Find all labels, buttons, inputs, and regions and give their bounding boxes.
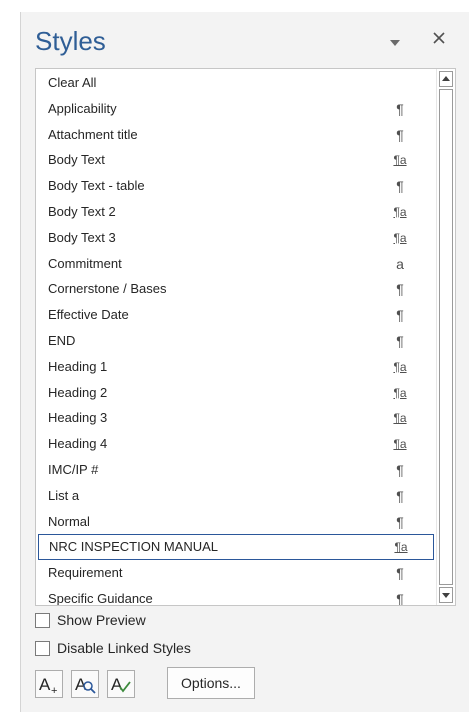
style-name: Requirement [48,565,123,581]
style-item[interactable]: Cornerstone / Bases ¶ [36,276,434,302]
paragraph-style-icon: ¶ [396,126,404,143]
scroll-thumb[interactable] [439,89,453,585]
linked-style-icon: ¶a [393,205,407,219]
style-inspector-icon: A [75,675,96,694]
linked-style-icon: ¶a [393,153,407,168]
style-item[interactable]: Heading 2 ¶a [36,380,434,406]
paragraph-style-icon: ¶ [396,307,404,324]
paragraph-style-icon: ¶ [396,591,404,606]
options-button[interactable]: Options... [167,667,255,699]
style-name: END [48,333,76,348]
style-name: Heading 2 [48,384,108,400]
character-style-icon: a [396,255,404,272]
manage-styles-button[interactable]: A [107,670,135,698]
style-item[interactable]: Body Text 2 ¶a [36,199,434,225]
pane-options-dropdown[interactable] [388,36,402,48]
style-item[interactable]: Commitment a [36,251,434,277]
svg-text:A: A [39,675,51,694]
style-item-selected[interactable]: NRC INSPECTION MANUAL ¶a [38,534,434,561]
style-name: Heading 4 [48,436,108,452]
style-item[interactable]: Heading 3 ¶a [36,405,434,431]
style-name: Body Text - table [48,178,145,194]
style-item[interactable]: Heading 1 ¶a [36,354,434,380]
svg-text:A: A [111,675,123,694]
style-item[interactable]: END ¶ [36,328,434,354]
style-name: Attachment title [48,126,138,142]
style-name: Body Text 3 [48,229,116,245]
style-name: Body Text 2 [48,204,116,219]
styles-list[interactable]: Clear All Applicability ¶ Attachment title ¶… [35,68,456,606]
style-item[interactable]: IMC/IP # ¶ [36,457,434,483]
style-name: Cornerstone / Bases [48,281,167,297]
style-name: NRC INSPECTION MANUAL [49,539,219,555]
style-name: IMC/IP # [48,462,99,477]
paragraph-style-icon: ¶ [396,513,404,530]
style-name: Heading 3 [48,410,108,426]
manage-styles-icon: A [111,675,131,694]
style-item[interactable]: Effective Date ¶ [36,302,434,328]
linked-style-icon: ¶a [393,359,407,374]
show-preview-label: Show Preview [57,612,146,628]
scroll-down-button[interactable] [439,587,453,603]
style-item[interactable]: Heading 4 ¶a [36,431,434,457]
style-item[interactable]: Normal ¶ [36,509,434,535]
style-name: Commitment [48,255,122,271]
vertical-scrollbar[interactable] [436,69,455,605]
svg-text:+: + [51,685,57,697]
style-item[interactable]: Body Text - table ¶ [36,173,434,199]
paragraph-style-icon: ¶ [396,487,404,504]
style-item[interactable]: Specific Guidance ¶ [36,586,434,606]
style-name: Applicability [48,100,117,116]
close-icon [433,32,445,44]
disable-linked-styles-checkbox[interactable] [35,641,50,656]
style-item[interactable]: Body Text ¶a [36,147,434,173]
close-button[interactable] [431,30,447,46]
style-item[interactable]: Attachment title ¶ [36,122,434,148]
svg-text:A: A [75,675,87,694]
style-name: Normal [48,513,90,529]
style-item[interactable]: Body Text 3 ¶a [36,225,434,251]
paragraph-style-icon: ¶ [396,462,404,478]
linked-style-icon: ¶a [393,411,407,426]
styles-pane: Styles Clear All Applicability ¶ Attachment… [20,12,469,712]
pane-title: Styles [35,26,106,56]
arrow-down-icon [442,593,450,598]
paragraph-style-icon: ¶ [396,178,404,195]
linked-style-icon: ¶a [393,385,407,400]
arrow-up-icon [442,76,450,81]
style-name: Clear All [48,75,97,90]
style-name: Effective Date [48,307,129,323]
linked-style-icon: ¶a [394,540,408,555]
paragraph-style-icon: ¶ [396,333,404,349]
linked-style-icon: ¶a [393,437,407,452]
style-name: Heading 1 [48,358,108,374]
style-item[interactable]: List a ¶ [36,483,434,509]
style-item[interactable]: Applicability ¶ [36,96,434,122]
chevron-down-icon [390,40,400,46]
show-preview-checkbox[interactable] [35,613,50,628]
style-item[interactable]: Clear All [36,70,434,96]
paragraph-style-icon: ¶ [396,565,404,582]
linked-style-icon: ¶a [393,230,407,245]
style-inspector-button[interactable]: A [71,670,99,698]
style-name: Body Text [48,152,105,168]
new-style-button[interactable]: A + [35,670,63,698]
paragraph-style-icon: ¶ [396,281,404,298]
new-style-icon: A + [39,675,57,697]
style-item[interactable]: Requirement ¶ [36,560,434,586]
paragraph-style-icon: ¶ [396,100,404,117]
style-name: List a [48,487,80,503]
style-name: Specific Guidance [48,591,153,606]
scroll-up-button[interactable] [439,71,453,87]
disable-linked-styles-label: Disable Linked Styles [57,640,191,656]
